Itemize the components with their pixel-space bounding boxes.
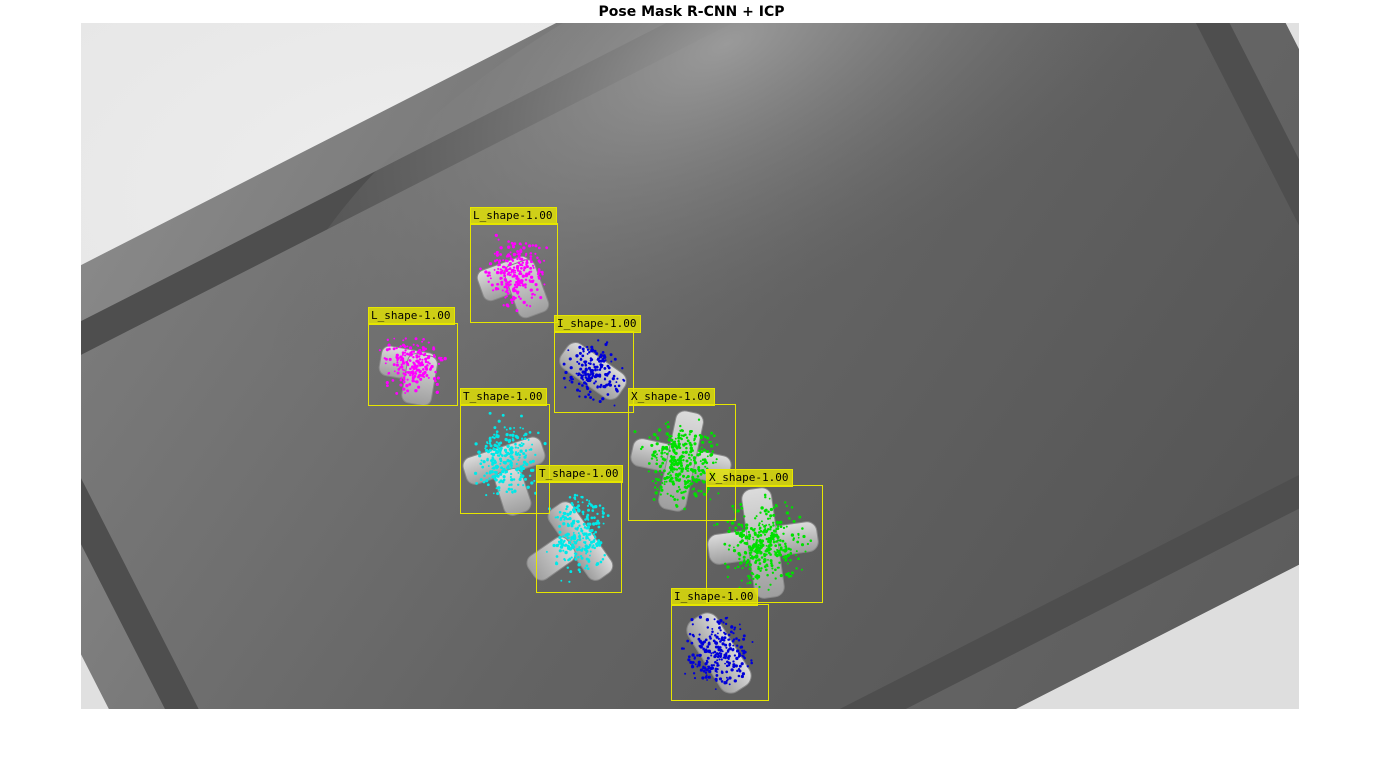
figure: Pose Mask R-CNN + ICP: [0, 0, 1383, 764]
scene-svg: [81, 23, 1299, 709]
image-canvas: L_shape-1.00L_shape-1.00I_shape-1.00T_sh…: [81, 23, 1299, 709]
figure-title: Pose Mask R-CNN + ICP: [0, 4, 1383, 20]
